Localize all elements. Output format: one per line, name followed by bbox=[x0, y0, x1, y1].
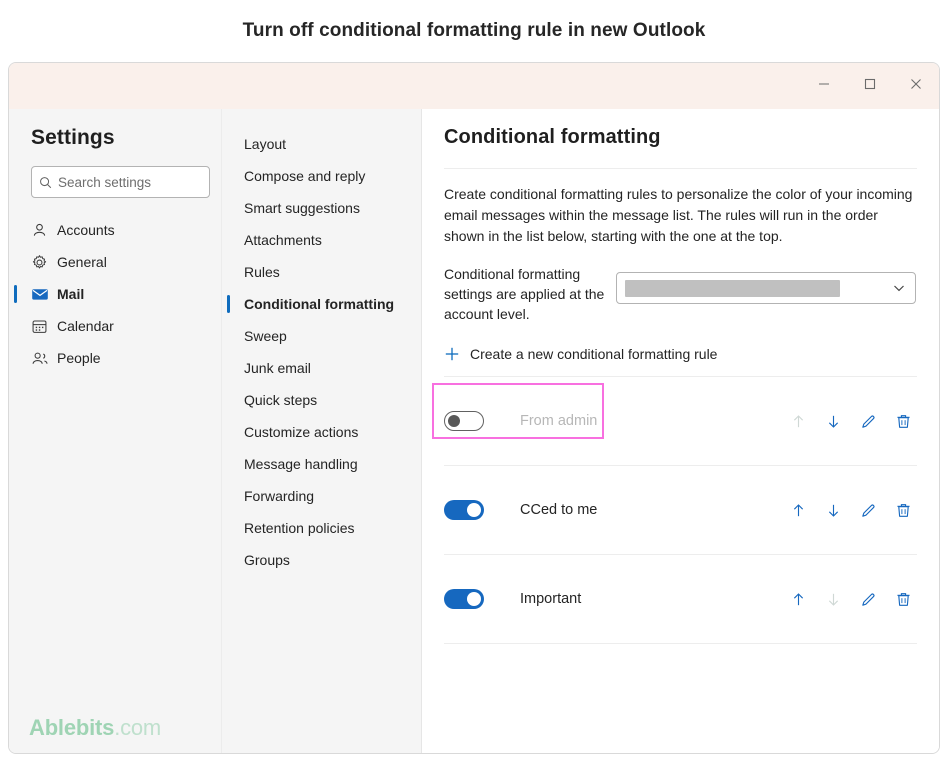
arrow-up-icon[interactable] bbox=[788, 500, 808, 520]
plus-icon bbox=[444, 346, 470, 362]
watermark-tld: .com bbox=[114, 715, 162, 740]
arrow-up-icon[interactable] bbox=[788, 411, 808, 431]
subnav-item-sweep[interactable]: Sweep bbox=[222, 320, 421, 352]
panel-description: Create conditional formatting rules to p… bbox=[444, 186, 913, 244]
minimize-button[interactable] bbox=[801, 63, 847, 105]
sidebar-item-mail[interactable]: Mail bbox=[9, 278, 221, 310]
watermark-brand: Ablebits bbox=[29, 715, 115, 740]
toggle-knob bbox=[467, 503, 481, 517]
create-rule-button[interactable]: Create a new conditional formatting rule bbox=[444, 346, 917, 362]
mail-icon bbox=[31, 285, 57, 303]
sidebar-item-people[interactable]: People bbox=[9, 342, 221, 374]
subnav-item-retention-policies[interactable]: Retention policies bbox=[222, 512, 421, 544]
rule-actions bbox=[788, 500, 917, 520]
subnav-item-groups[interactable]: Groups bbox=[222, 544, 421, 576]
arrow-down-icon[interactable] bbox=[823, 500, 843, 520]
sidebar-item-label: People bbox=[57, 350, 101, 366]
subnav-item-conditional-formatting[interactable]: Conditional formatting bbox=[222, 288, 421, 320]
create-rule-label: Create a new conditional formatting rule bbox=[470, 346, 718, 362]
mail-subnav: Layout Compose and reply Smart suggestio… bbox=[222, 109, 422, 753]
title-divider bbox=[444, 168, 917, 169]
maximize-button[interactable] bbox=[847, 63, 893, 105]
subnav-item-layout[interactable]: Layout bbox=[222, 128, 421, 160]
person-icon bbox=[31, 222, 57, 239]
toggle-knob bbox=[448, 415, 460, 427]
page-title: Turn off conditional formatting rule in … bbox=[242, 20, 706, 41]
settings-sidebar: Settings Accounts bbox=[9, 109, 222, 753]
rule-toggle[interactable] bbox=[444, 500, 484, 520]
subnav-item-rules[interactable]: Rules bbox=[222, 256, 421, 288]
account-select[interactable] bbox=[616, 272, 916, 304]
pencil-icon[interactable] bbox=[858, 411, 878, 431]
gear-icon bbox=[31, 254, 57, 271]
account-scope-label: Conditional formatting settings are appl… bbox=[444, 266, 605, 322]
chevron-down-icon bbox=[892, 281, 906, 295]
pencil-icon[interactable] bbox=[858, 589, 878, 609]
trash-icon[interactable] bbox=[893, 589, 913, 609]
subnav-item-message-handling[interactable]: Message handling bbox=[222, 448, 421, 480]
arrow-down-icon[interactable] bbox=[823, 411, 843, 431]
sidebar-item-label: Mail bbox=[57, 286, 85, 302]
settings-window: Settings Accounts bbox=[8, 62, 940, 754]
rule-row: CCed to me bbox=[444, 465, 917, 554]
window-body: Settings Accounts bbox=[9, 109, 939, 753]
subnav-item-smart-suggestions[interactable]: Smart suggestions bbox=[222, 192, 421, 224]
rule-toggle[interactable] bbox=[444, 411, 484, 431]
rule-left: CCed to me bbox=[444, 500, 788, 520]
rule-name: CCed to me bbox=[520, 502, 598, 518]
arrow-up-icon[interactable] bbox=[788, 589, 808, 609]
rule-toggle[interactable] bbox=[444, 589, 484, 609]
subnav-item-quick-steps[interactable]: Quick steps bbox=[222, 384, 421, 416]
sidebar-title: Settings bbox=[31, 126, 115, 149]
window-titlebar bbox=[9, 63, 939, 109]
sidebar-nav: Accounts General Mail Calendar People bbox=[9, 214, 221, 374]
close-button[interactable] bbox=[893, 63, 939, 105]
subnav-item-attachments[interactable]: Attachments bbox=[222, 224, 421, 256]
account-scope-row: Conditional formatting settings are appl… bbox=[444, 264, 917, 324]
sidebar-item-calendar[interactable]: Calendar bbox=[9, 310, 221, 342]
subnav-item-customize-actions[interactable]: Customize actions bbox=[222, 416, 421, 448]
rule-row: Important bbox=[444, 554, 917, 644]
search-input[interactable] bbox=[58, 174, 198, 190]
account-value-redacted bbox=[625, 279, 840, 297]
rule-left: From admin bbox=[444, 411, 788, 431]
subnav-item-forwarding[interactable]: Forwarding bbox=[222, 480, 421, 512]
subnav-item-junk-email[interactable]: Junk email bbox=[222, 352, 421, 384]
calendar-icon bbox=[31, 318, 57, 335]
trash-icon[interactable] bbox=[893, 500, 913, 520]
arrow-down-icon[interactable] bbox=[823, 589, 843, 609]
rules-list: From admin CCed to me Important bbox=[432, 376, 917, 644]
ablebits-watermark: Ablebits.com bbox=[29, 715, 161, 741]
sidebar-item-label: Calendar bbox=[57, 318, 114, 334]
rule-name: Important bbox=[520, 591, 582, 607]
panel-title: Conditional formatting bbox=[444, 126, 661, 148]
toggle-knob bbox=[467, 592, 481, 606]
people-icon bbox=[31, 350, 57, 367]
sidebar-item-accounts[interactable]: Accounts bbox=[9, 214, 221, 246]
subnav-item-compose-and-reply[interactable]: Compose and reply bbox=[222, 160, 421, 192]
conditional-formatting-panel: Conditional formatting Create conditiona… bbox=[422, 109, 939, 753]
rule-left: Important bbox=[444, 589, 788, 609]
search-settings-box[interactable] bbox=[31, 166, 210, 198]
rule-actions bbox=[788, 411, 917, 431]
rule-actions bbox=[788, 589, 917, 609]
sidebar-item-general[interactable]: General bbox=[9, 246, 221, 278]
sidebar-item-label: General bbox=[57, 254, 107, 270]
search-icon bbox=[32, 176, 58, 189]
rule-name: From admin bbox=[520, 413, 598, 429]
pencil-icon[interactable] bbox=[858, 500, 878, 520]
rule-row: From admin bbox=[432, 376, 917, 465]
sidebar-item-label: Accounts bbox=[57, 222, 115, 238]
trash-icon[interactable] bbox=[893, 411, 913, 431]
